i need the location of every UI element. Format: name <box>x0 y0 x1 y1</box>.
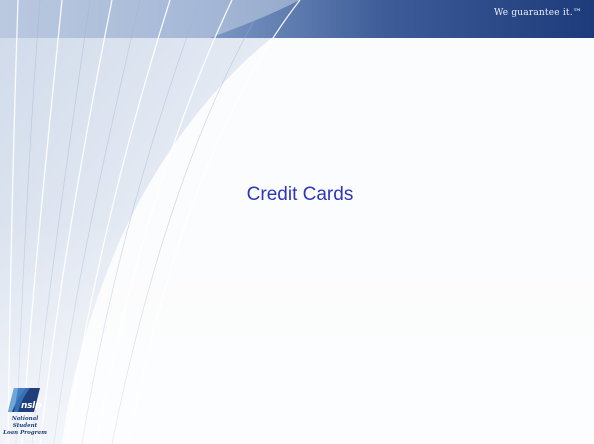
nslp-logo: nslp National Student Loan Program <box>2 386 54 442</box>
slide-title: Credit Cards <box>246 184 354 205</box>
logo-abbreviation: nslp <box>21 401 42 411</box>
logo-name: National Student Loan Program <box>2 416 48 437</box>
logo-name-line2: Loan Program <box>3 430 47 436</box>
slide-background <box>0 0 594 444</box>
tagline: We guarantee it.™ <box>494 8 582 18</box>
slide: We guarantee it.™ Credit Cards nslp Nati… <box>0 0 594 444</box>
logo-name-line1: National Student <box>11 416 39 429</box>
